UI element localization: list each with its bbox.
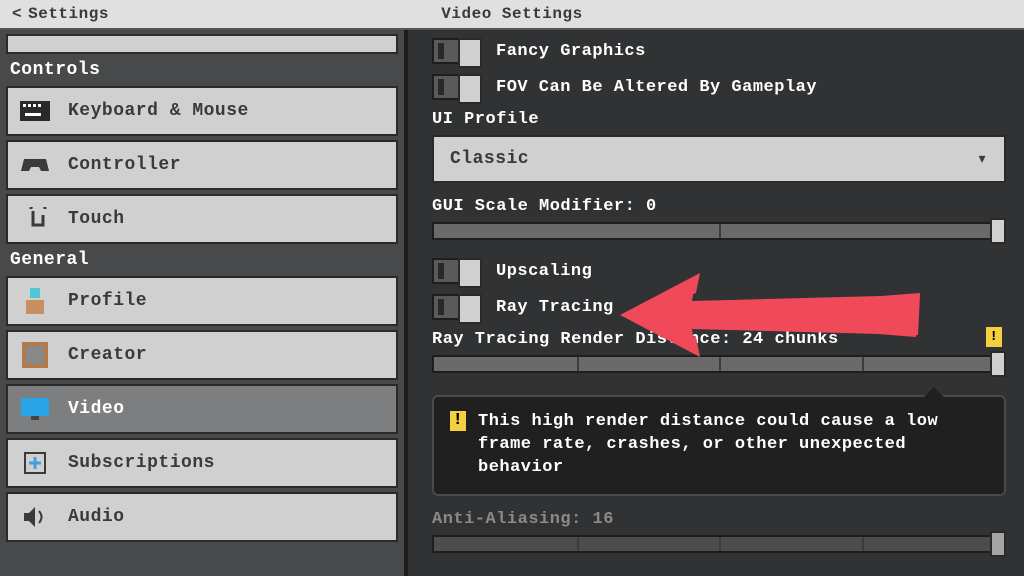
rt-render-distance-slider[interactable] bbox=[432, 355, 1006, 373]
sidebar-item-subscriptions[interactable]: Subscriptions bbox=[6, 438, 398, 488]
gui-scale-slider[interactable] bbox=[432, 222, 1006, 240]
video-icon bbox=[20, 394, 50, 424]
warning-text: This high render distance could cause a … bbox=[478, 411, 988, 480]
header: < Settings Video Settings bbox=[0, 0, 1024, 30]
toggle-label: Ray Tracing bbox=[496, 298, 614, 317]
anti-aliasing-label: Anti-Aliasing: 16 bbox=[432, 510, 1006, 529]
sidebar-item-audio[interactable]: Audio bbox=[6, 492, 398, 542]
sidebar: Controls Keyboard & Mouse Controller Tou… bbox=[0, 30, 408, 576]
sidebar-item-label: Keyboard & Mouse bbox=[68, 101, 249, 121]
sidebar-item-label: Creator bbox=[68, 345, 147, 365]
profile-icon bbox=[20, 286, 50, 316]
touch-icon bbox=[20, 204, 50, 234]
toggle-upscaling[interactable] bbox=[432, 258, 482, 284]
keyboard-icon bbox=[20, 96, 50, 126]
anti-aliasing-slider bbox=[432, 535, 1006, 553]
select-value: Classic bbox=[450, 149, 529, 169]
back-label: Settings bbox=[28, 5, 109, 23]
chevron-down-icon: ▾ bbox=[977, 148, 988, 170]
category-controls: Controls bbox=[6, 58, 398, 86]
sidebar-item-creator[interactable]: Creator bbox=[6, 330, 398, 380]
toggle-fancy-graphics[interactable] bbox=[432, 38, 482, 64]
category-general: General bbox=[6, 248, 398, 276]
sidebar-item-video[interactable]: Video bbox=[6, 384, 398, 434]
page-title: Video Settings bbox=[441, 5, 582, 23]
warning-box: ! This high render distance could cause … bbox=[432, 395, 1006, 496]
controller-icon bbox=[20, 150, 50, 180]
sidebar-item-label: Controller bbox=[68, 155, 181, 175]
toggle-label: Fancy Graphics bbox=[496, 42, 646, 61]
sidebar-item-label: Profile bbox=[68, 291, 147, 311]
video-settings-panel: Fancy Graphics FOV Can Be Altered By Gam… bbox=[408, 30, 1024, 576]
sidebar-item-label: Subscriptions bbox=[68, 453, 215, 473]
toggle-label: Upscaling bbox=[496, 262, 592, 281]
warning-icon: ! bbox=[450, 411, 466, 431]
scrollbar-thumb[interactable] bbox=[6, 34, 398, 54]
sidebar-item-keyboard[interactable]: Keyboard & Mouse bbox=[6, 86, 398, 136]
ui-profile-select[interactable]: Classic ▾ bbox=[432, 135, 1006, 183]
back-button[interactable]: < Settings bbox=[0, 5, 109, 23]
sidebar-item-label: Video bbox=[68, 399, 125, 419]
toggle-ray-tracing[interactable] bbox=[432, 294, 482, 320]
sidebar-item-label: Audio bbox=[68, 507, 125, 527]
toggle-label: FOV Can Be Altered By Gameplay bbox=[496, 78, 817, 97]
rt-render-distance-label: Ray Tracing Render Distance: 24 chunks bbox=[432, 330, 1006, 349]
creator-icon bbox=[20, 340, 50, 370]
ui-profile-label: UI Profile bbox=[432, 110, 1006, 129]
subscriptions-icon bbox=[20, 448, 50, 478]
warning-icon: ! bbox=[986, 327, 1002, 347]
sidebar-item-touch[interactable]: Touch bbox=[6, 194, 398, 244]
toggle-fov-gameplay[interactable] bbox=[432, 74, 482, 100]
gui-scale-label: GUI Scale Modifier: 0 bbox=[432, 197, 1006, 216]
sidebar-item-label: Touch bbox=[68, 209, 125, 229]
audio-icon bbox=[20, 502, 50, 532]
sidebar-item-profile[interactable]: Profile bbox=[6, 276, 398, 326]
sidebar-item-controller[interactable]: Controller bbox=[6, 140, 398, 190]
chevron-left-icon: < bbox=[12, 5, 22, 23]
